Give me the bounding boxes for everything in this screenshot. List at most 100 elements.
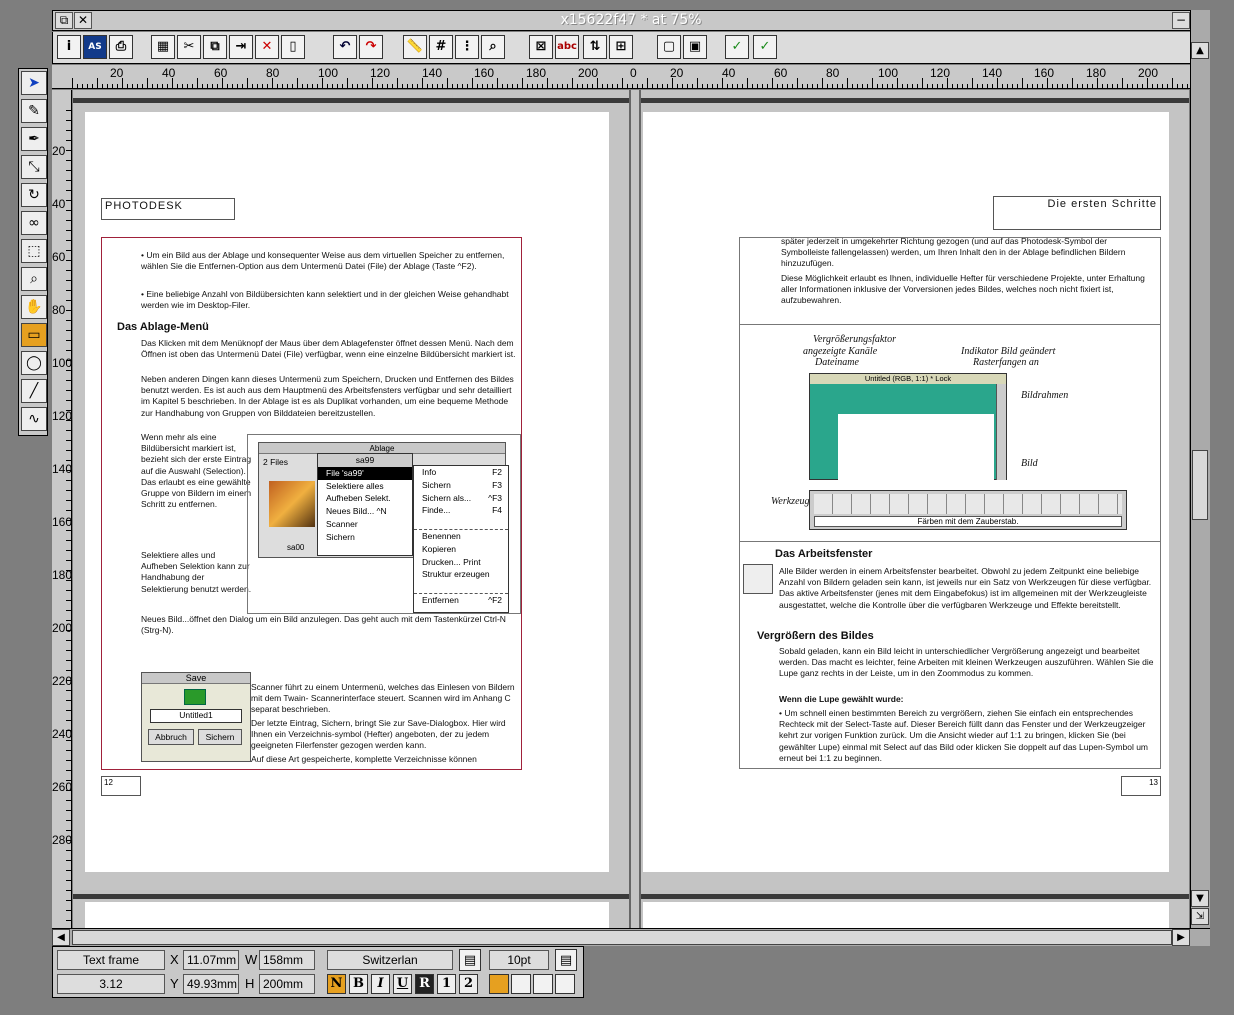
grid-icon[interactable]: # — [429, 35, 453, 59]
copy-icon[interactable]: ⧉ — [203, 35, 227, 59]
clipboard-icon[interactable]: ▯ — [281, 35, 305, 59]
size-menu-icon[interactable]: ▤ — [555, 949, 577, 971]
save-filename-input[interactable]: Untitled1 — [150, 709, 242, 723]
undo-icon[interactable]: ↶ — [333, 35, 357, 59]
link-icon[interactable]: ⊞ — [609, 35, 633, 59]
x-field[interactable]: 11.07mm — [183, 950, 239, 970]
pen-icon[interactable]: ✒ — [21, 127, 47, 151]
right-page[interactable]: Die ersten Schritte später jederzeit in … — [643, 112, 1169, 872]
frame-red-icon[interactable]: ▣ — [683, 35, 707, 59]
frame-icon[interactable]: ⊠ — [529, 35, 553, 59]
ruler-tick — [1122, 78, 1123, 88]
redo-icon[interactable]: ↷ — [359, 35, 383, 59]
h-field[interactable]: 200mm — [259, 974, 315, 994]
folder-icon[interactable] — [184, 689, 206, 705]
submenu-item[interactable]: Entfernen ^F2 — [414, 594, 508, 607]
scroll-down-icon[interactable]: ▼ — [1191, 890, 1209, 907]
save-icon[interactable]: AS — [83, 35, 107, 59]
para-save: Der letzte Eintrag, Sichern, bringt Sie … — [251, 718, 506, 751]
menu-item-new-image[interactable]: Neues Bild... ^N — [318, 505, 412, 518]
save-confirm-button[interactable]: Sichern — [198, 729, 242, 745]
submenu-item[interactable] — [414, 517, 508, 530]
horizontal-scroll-thumb[interactable] — [72, 930, 1172, 945]
ruler-tick — [66, 670, 71, 671]
font-menu-icon[interactable]: ▤ — [459, 949, 481, 971]
abc-spellcheck-icon[interactable]: ✓ — [753, 35, 777, 59]
x-label: X — [170, 952, 179, 967]
align-justify-icon[interactable] — [555, 974, 575, 994]
hand-icon[interactable]: ✋ — [21, 295, 47, 319]
zoom-icon[interactable]: ⌕ — [481, 35, 505, 59]
curve-icon[interactable]: ∿ — [21, 407, 47, 431]
style-subscript-button[interactable]: 2 — [459, 974, 478, 994]
menu-item-select-all[interactable]: Selektiere alles — [318, 480, 412, 493]
menu-item-deselect[interactable]: Aufheben Selekt. — [318, 492, 412, 505]
link-frames-icon[interactable]: ∞ — [21, 211, 47, 235]
print-icon[interactable]: ⎙ — [109, 35, 133, 59]
style-superscript-button[interactable]: 1 — [437, 974, 456, 994]
submenu-item[interactable]: Benennen — [414, 530, 508, 543]
save-cancel-button[interactable]: Abbruch — [148, 729, 194, 745]
snap-grid-icon[interactable]: ⋮ — [455, 35, 479, 59]
font-size-field[interactable]: 10pt — [489, 950, 549, 970]
ellipse-icon[interactable]: ◯ — [21, 351, 47, 375]
ruler-icon[interactable]: 📏 — [403, 35, 427, 59]
window-titlebar[interactable]: ⧉ ✕ x15622f47 * at 75% − □ — [52, 10, 1210, 31]
submenu-item[interactable]: Kopieren — [414, 543, 508, 556]
menu-item-save[interactable]: Sichern — [318, 531, 412, 544]
submenu-item[interactable]: Finde... F4 — [414, 504, 508, 517]
style-reverse-button[interactable]: R — [415, 974, 434, 994]
resize-icon[interactable]: ⇲ — [1191, 908, 1209, 925]
scroll-up-icon[interactable]: ▲ — [1191, 42, 1209, 59]
frame-outline-icon[interactable]: ▢ — [657, 35, 681, 59]
line-icon[interactable]: ╱ — [21, 379, 47, 403]
align-left-icon[interactable] — [489, 974, 509, 994]
menu-item-scanner[interactable]: Scanner — [318, 518, 412, 531]
submenu-item[interactable]: Drucken... Print — [414, 556, 508, 569]
style-bold-button[interactable]: B — [349, 974, 368, 994]
style-italic-button[interactable]: I — [371, 974, 390, 994]
text-flow-icon[interactable]: ⇅ — [583, 35, 607, 59]
select-rect-icon[interactable]: ⬚ — [21, 239, 47, 263]
pointer-icon[interactable]: ➤ — [21, 71, 47, 95]
vertical-ruler[interactable]: 20 40 60 80 100 120 140 160 180 200 220 240 260 280 — [52, 90, 72, 928]
ruler-tick — [542, 84, 543, 88]
node-edit-icon[interactable]: ⤡ — [21, 155, 47, 179]
align-center-icon[interactable] — [511, 974, 531, 994]
scroll-right-icon[interactable]: ▶ — [1172, 929, 1190, 946]
submenu-item[interactable]: Struktur erzeugen — [414, 568, 508, 581]
document-workarea[interactable]: PHOTODESK • Um ein Bild aus der Ablage u… — [73, 90, 1189, 928]
w-field[interactable]: 158mm — [259, 950, 315, 970]
ruler-number: 200 — [52, 621, 72, 635]
vertical-scrollbar[interactable]: ▲ ▼ ⇲ — [1190, 10, 1210, 928]
submenu-item[interactable]: Info F2 — [414, 466, 508, 479]
pencil-icon[interactable]: ✎ — [21, 99, 47, 123]
scroll-left-icon[interactable]: ◀ — [52, 929, 70, 946]
spellcheck-icon[interactable]: ✓ — [725, 35, 749, 59]
style-underline-button[interactable]: U — [393, 974, 412, 994]
align-right-icon[interactable] — [533, 974, 553, 994]
submenu-item[interactable] — [414, 581, 508, 594]
delete-icon[interactable]: ✕ — [255, 35, 279, 59]
font-name-field[interactable]: Switzerlan — [327, 950, 453, 970]
menu-item-file[interactable]: File 'sa99' — [318, 466, 412, 480]
right-page-number: 13 — [1121, 776, 1161, 796]
y-field[interactable]: 49.93mm — [183, 974, 239, 994]
paste-icon[interactable]: ⇥ — [229, 35, 253, 59]
horizontal-ruler[interactable]: 20 40 60 80 100 120 140 160 180 200 0 20 40 60 80 100 12… — [52, 65, 1210, 89]
abc-text-icon[interactable]: abc — [555, 35, 579, 59]
ruler-tick — [362, 84, 363, 88]
cut-icon[interactable]: ✂ — [177, 35, 201, 59]
horizontal-scrollbar[interactable]: ◀ ▶ — [52, 928, 1210, 946]
submenu-item[interactable]: Sichern als... ^F3 — [414, 492, 508, 505]
style-normal-button[interactable]: N — [327, 974, 346, 994]
info-icon[interactable]: i — [57, 35, 81, 59]
rotate-icon[interactable]: ↻ — [21, 183, 47, 207]
magnifier-icon[interactable]: ⌕ — [21, 267, 47, 291]
left-page[interactable]: PHOTODESK • Um ein Bild aus der Ablage u… — [85, 112, 609, 872]
rectangle-icon[interactable]: ▭ — [21, 323, 47, 347]
vertical-scroll-thumb[interactable] — [1192, 450, 1208, 520]
grid-select-icon[interactable]: ▦ — [151, 35, 175, 59]
iconise-icon[interactable]: − — [1172, 12, 1190, 29]
submenu-item[interactable]: Sichern F3 — [414, 479, 508, 492]
